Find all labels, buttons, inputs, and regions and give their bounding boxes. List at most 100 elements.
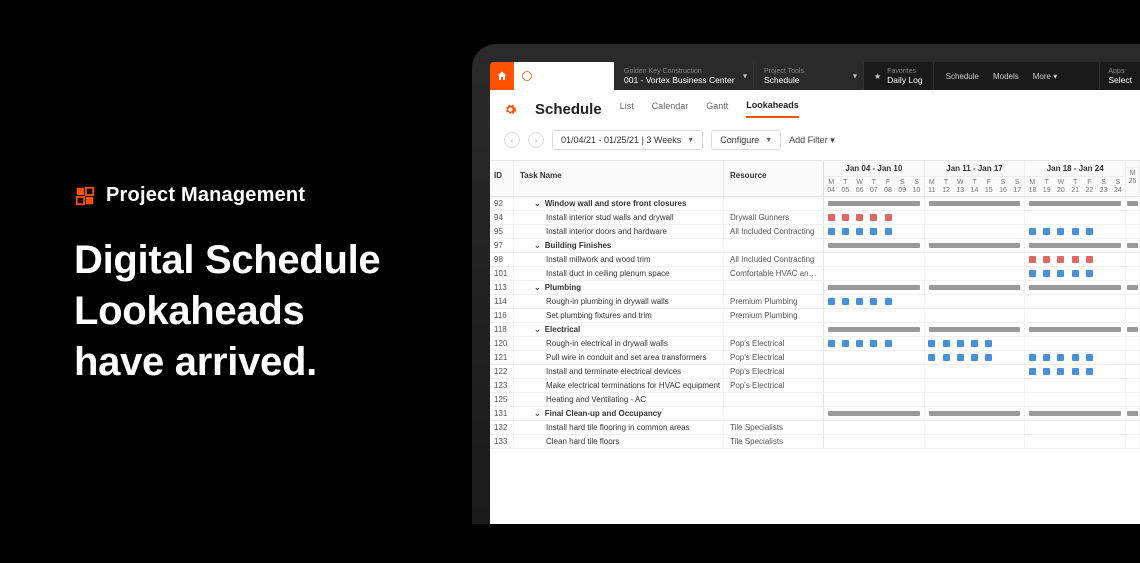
work-block[interactable] [1043,256,1050,263]
prev-button[interactable]: ‹ [504,132,520,148]
work-block[interactable] [971,354,978,361]
task-group-row[interactable]: 118⌄Electrical [490,323,1140,337]
work-block[interactable] [1072,270,1079,277]
project-selector[interactable]: Golden Key Construction 001 - Vortex Bus… [614,62,754,90]
work-block[interactable] [1057,368,1064,375]
work-block[interactable] [943,340,950,347]
work-block[interactable] [842,228,849,235]
task-row[interactable]: 132Install hard tile flooring in common … [490,421,1140,435]
work-block[interactable] [856,228,863,235]
task-group-row[interactable]: 97⌄Building Finishes [490,239,1140,253]
work-block[interactable] [1072,228,1079,235]
task-group-row[interactable]: 113⌄Plumbing [490,281,1140,295]
task-row[interactable]: 94Install interior stud walls and drywal… [490,211,1140,225]
work-block[interactable] [870,298,877,305]
tab-calendar[interactable]: Calendar [652,101,689,117]
row-id: 94 [490,211,514,224]
date-range-selector[interactable]: 01/04/21 - 01/25/21 | 3 Weeks ▼ [552,130,703,150]
work-block[interactable] [1057,270,1064,277]
work-block[interactable] [885,214,892,221]
nav-more[interactable]: More ▾ [1033,72,1057,81]
work-block[interactable] [1057,228,1064,235]
work-block[interactable] [985,354,992,361]
work-block[interactable] [1043,228,1050,235]
task-row[interactable]: 120Rough-in electrical in drywall wallsP… [490,337,1140,351]
work-block[interactable] [856,214,863,221]
nav-models[interactable]: Models [993,72,1019,81]
favorites[interactable]: ★ Favorites Daily Log [864,62,934,90]
work-block[interactable] [885,298,892,305]
work-block[interactable] [1057,354,1064,361]
task-row[interactable]: 101Install duct in ceiling plenum spaceC… [490,267,1140,281]
work-block[interactable] [1086,228,1093,235]
work-block[interactable] [885,340,892,347]
work-block[interactable] [1029,270,1036,277]
work-block[interactable] [1029,228,1036,235]
collapse-icon[interactable]: ⌄ [534,241,541,250]
task-row[interactable]: 95Install interior doors and hardwareAll… [490,225,1140,239]
work-block[interactable] [971,340,978,347]
company-logo[interactable] [514,62,614,90]
task-row[interactable]: 125Heating and Ventilating - AC [490,393,1140,407]
work-block[interactable] [870,340,877,347]
work-block[interactable] [1086,270,1093,277]
task-row[interactable]: 114Rough-in plumbing in drywall wallsPre… [490,295,1140,309]
work-block[interactable] [1072,368,1079,375]
row-resource: Premium Plumbing [724,295,824,308]
work-block[interactable] [928,340,935,347]
work-block[interactable] [856,298,863,305]
work-block[interactable] [842,298,849,305]
work-block[interactable] [1029,368,1036,375]
task-group-row[interactable]: 92⌄Window wall and store front closures [490,197,1140,211]
task-group-row[interactable]: 131⌄Final Clean-up and Occupancy [490,407,1140,421]
work-block[interactable] [885,228,892,235]
work-block[interactable] [1029,354,1036,361]
work-block[interactable] [1057,256,1064,263]
work-block[interactable] [1086,354,1093,361]
work-block[interactable] [828,214,835,221]
work-block[interactable] [1072,354,1079,361]
work-block[interactable] [957,354,964,361]
home-button[interactable] [490,62,514,90]
task-row[interactable]: 121Pull wire in conduit and set area tra… [490,351,1140,365]
tab-gantt[interactable]: Gantt [706,101,728,117]
collapse-icon[interactable]: ⌄ [534,409,541,418]
work-block[interactable] [1086,256,1093,263]
task-row[interactable]: 122Install and terminate electrical devi… [490,365,1140,379]
collapse-icon[interactable]: ⌄ [534,199,541,208]
work-block[interactable] [1043,368,1050,375]
work-block[interactable] [842,340,849,347]
task-row[interactable]: 133Clean hard tile floorsTile Specialist… [490,435,1140,449]
work-block[interactable] [957,340,964,347]
work-block[interactable] [870,228,877,235]
work-block[interactable] [828,340,835,347]
configure-button[interactable]: Configure ▼ [711,130,781,150]
work-block[interactable] [985,340,992,347]
nav-schedule[interactable]: Schedule [946,72,979,81]
work-block[interactable] [870,214,877,221]
tab-lookaheads[interactable]: Lookaheads [746,100,799,118]
work-block[interactable] [1029,256,1036,263]
work-block[interactable] [943,354,950,361]
tool-selector[interactable]: Project Tools Schedule ▾ [754,62,864,90]
next-button[interactable]: › [528,132,544,148]
work-block[interactable] [828,298,835,305]
work-block[interactable] [1043,270,1050,277]
work-block[interactable] [856,340,863,347]
work-block[interactable] [1072,256,1079,263]
tab-list[interactable]: List [620,101,634,117]
task-row[interactable]: 116Set plumbing fixtures and trimPremium… [490,309,1140,323]
work-block[interactable] [828,228,835,235]
work-block[interactable] [928,354,935,361]
task-row[interactable]: 98Install millwork and wood trimAll Incl… [490,253,1140,267]
task-row[interactable]: 123Make electrical terminations for HVAC… [490,379,1140,393]
gear-icon[interactable] [504,103,517,116]
row-task-name: Install millwork and wood trim [514,253,724,266]
add-filter-button[interactable]: Add Filter ▾ [789,135,835,146]
collapse-icon[interactable]: ⌄ [534,283,541,292]
collapse-icon[interactable]: ⌄ [534,325,541,334]
work-block[interactable] [842,214,849,221]
work-block[interactable] [1043,354,1050,361]
work-block[interactable] [1086,368,1093,375]
apps-selector[interactable]: Apps Select [1099,62,1140,90]
